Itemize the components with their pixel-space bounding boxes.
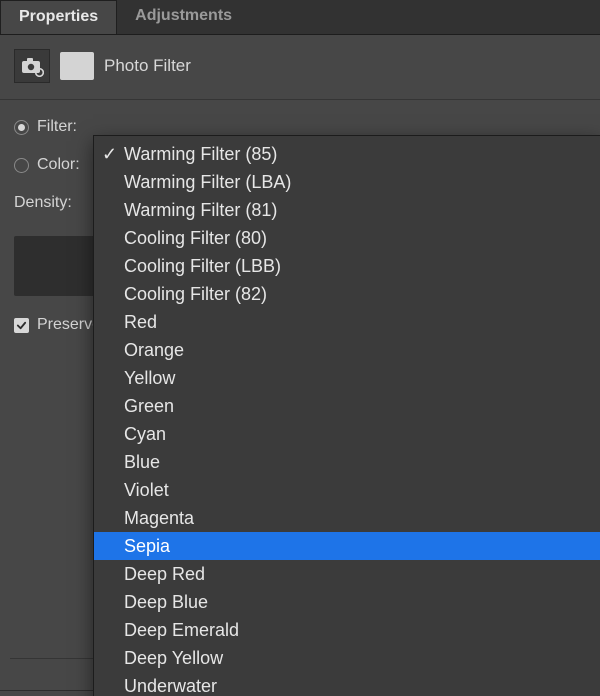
filter-option-label: Magenta bbox=[124, 508, 194, 529]
filter-option[interactable]: Orange bbox=[94, 336, 600, 364]
filter-option[interactable]: Blue bbox=[94, 448, 600, 476]
filter-option-label: Deep Emerald bbox=[124, 620, 239, 641]
filter-option-label: Sepia bbox=[124, 536, 170, 557]
filter-option[interactable]: Cooling Filter (82) bbox=[94, 280, 600, 308]
filter-dropdown-menu[interactable]: ✓Warming Filter (85) Warming Filter (LBA)… bbox=[93, 135, 600, 696]
filter-option-label: Deep Red bbox=[124, 564, 205, 585]
filter-option-label: Warming Filter (81) bbox=[124, 200, 277, 221]
photo-filter-icon[interactable] bbox=[14, 49, 50, 83]
filter-radio-row[interactable]: Filter: bbox=[14, 118, 586, 136]
tab-properties[interactable]: Properties bbox=[0, 0, 117, 34]
checkmark-icon: ✓ bbox=[102, 144, 124, 165]
filter-option-label: Deep Yellow bbox=[124, 648, 223, 669]
filter-option[interactable]: Sepia bbox=[94, 532, 600, 560]
layer-mask-icon[interactable] bbox=[60, 52, 94, 80]
color-radio[interactable] bbox=[14, 158, 29, 173]
filter-option[interactable]: Deep Yellow bbox=[94, 644, 600, 672]
filter-option[interactable]: Violet bbox=[94, 476, 600, 504]
filter-option[interactable]: Cooling Filter (LBB) bbox=[94, 252, 600, 280]
filter-option[interactable]: Green bbox=[94, 392, 600, 420]
filter-option-label: Warming Filter (85) bbox=[124, 144, 277, 165]
preserve-luminosity-checkbox[interactable] bbox=[14, 318, 29, 333]
filter-option[interactable]: ✓Warming Filter (85) bbox=[94, 140, 600, 168]
filter-option-label: Underwater bbox=[124, 676, 217, 696]
filter-option[interactable]: Red bbox=[94, 308, 600, 336]
filter-option[interactable]: Warming Filter (LBA) bbox=[94, 168, 600, 196]
filter-option-label: Deep Blue bbox=[124, 592, 208, 613]
filter-option-label: Red bbox=[124, 312, 157, 333]
tab-adjustments[interactable]: Adjustments bbox=[117, 0, 250, 34]
filter-option-label: Blue bbox=[124, 452, 160, 473]
filter-option-label: Green bbox=[124, 396, 174, 417]
filter-label: Filter: bbox=[37, 118, 77, 136]
filter-radio[interactable] bbox=[14, 120, 29, 135]
panel-header: Photo Filter bbox=[0, 45, 600, 100]
panel-title: Photo Filter bbox=[104, 56, 191, 76]
filter-option-label: Cooling Filter (82) bbox=[124, 284, 267, 305]
filter-option[interactable]: Deep Emerald bbox=[94, 616, 600, 644]
filter-option-label: Cooling Filter (LBB) bbox=[124, 256, 281, 277]
tab-bar: Properties Adjustments bbox=[0, 0, 600, 35]
filter-option[interactable]: Underwater bbox=[94, 672, 600, 696]
filter-option[interactable]: Magenta bbox=[94, 504, 600, 532]
filter-option[interactable]: Warming Filter (81) bbox=[94, 196, 600, 224]
filter-option[interactable]: Cyan bbox=[94, 420, 600, 448]
filter-option[interactable]: Cooling Filter (80) bbox=[94, 224, 600, 252]
filter-option-label: Yellow bbox=[124, 368, 175, 389]
filter-option-label: Warming Filter (LBA) bbox=[124, 172, 291, 193]
filter-option-label: Cooling Filter (80) bbox=[124, 228, 267, 249]
filter-option-label: Cyan bbox=[124, 424, 166, 445]
filter-option-label: Orange bbox=[124, 340, 184, 361]
filter-option[interactable]: Deep Red bbox=[94, 560, 600, 588]
density-label: Density: bbox=[14, 194, 72, 212]
filter-option-label: Violet bbox=[124, 480, 169, 501]
properties-panel: Photo Filter Filter: Color: Density: Pre… bbox=[0, 35, 600, 696]
filter-option[interactable]: Deep Blue bbox=[94, 588, 600, 616]
color-label: Color: bbox=[37, 156, 80, 174]
filter-option[interactable]: Yellow bbox=[94, 364, 600, 392]
